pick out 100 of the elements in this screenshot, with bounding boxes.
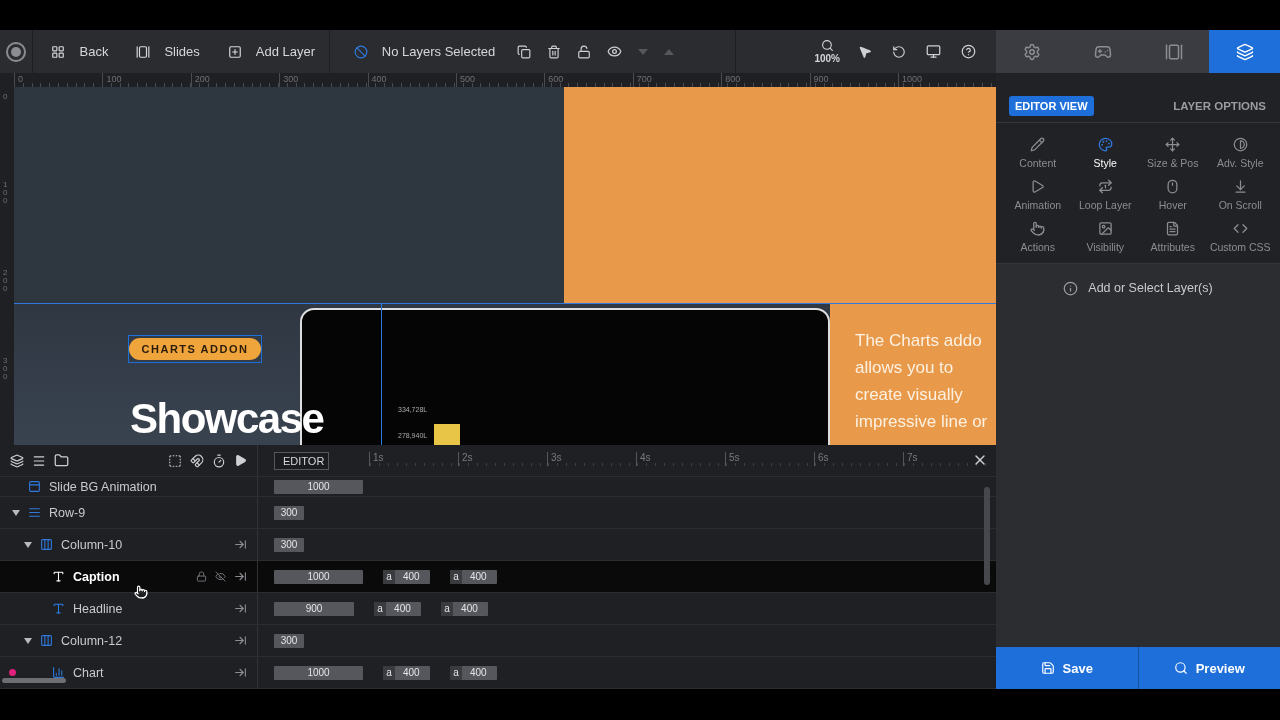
site-logo-icon[interactable] (6, 41, 27, 62)
scrollbar[interactable] (2, 678, 66, 683)
duration-bar[interactable]: 1000 (274, 665, 363, 680)
option-button[interactable]: Size & Pos (1139, 137, 1207, 169)
duration-bar[interactable]: 1000 (274, 569, 363, 584)
option-button[interactable]: Visibility (1071, 221, 1139, 253)
option-button[interactable]: Hover (1139, 179, 1207, 211)
zoom-button[interactable]: 100% (808, 39, 846, 64)
layer-row[interactable]: Slide BG Animation 1000 (0, 477, 996, 497)
frame-bar[interactable]: a 400 (441, 601, 489, 616)
layer-row[interactable]: Caption 1000 a 400 a 400 (0, 561, 996, 593)
selection-status[interactable]: No Layers Selected (339, 30, 510, 73)
play-icon[interactable] (234, 454, 247, 467)
hint-text: Add or Select Layer(s) (1063, 280, 1213, 296)
chart-icon (52, 666, 65, 679)
save-icon (1040, 661, 1055, 675)
frame-bar[interactable]: a 400 (374, 601, 422, 616)
option-button[interactable]: Loop Layer (1071, 179, 1139, 211)
layer-name: Chart (73, 665, 104, 680)
grid-icon[interactable] (168, 453, 182, 468)
search-icon (820, 39, 834, 52)
option-button[interactable]: On Scroll (1206, 179, 1274, 211)
text-icon (52, 570, 65, 583)
folder-icon[interactable] (54, 453, 69, 468)
pointer-icon (858, 44, 872, 59)
layer-name: Column-12 (61, 633, 123, 648)
scrollbar[interactable] (984, 487, 990, 585)
slides-icon (1164, 42, 1183, 61)
layer-name: Row-9 (49, 505, 86, 520)
layer-row[interactable]: Chart 1000 a 400 a 400 (0, 657, 996, 689)
text-icon (52, 602, 65, 615)
frame-bar[interactable]: a 400 (383, 569, 430, 584)
layers-tab[interactable] (1209, 30, 1280, 73)
option-button[interactable]: Adv. Style (1206, 137, 1274, 169)
frame-bar[interactable]: a 400 (383, 665, 430, 680)
document-icon (1165, 221, 1181, 236)
option-button[interactable]: Style (1071, 137, 1139, 169)
code-icon (1232, 221, 1248, 236)
play-icon (1030, 179, 1046, 194)
layers-icon (1235, 42, 1254, 61)
undo-icon (892, 44, 906, 59)
option-button[interactable]: Actions (1004, 221, 1072, 253)
desktop-icon (926, 44, 941, 59)
add-icon (227, 44, 242, 59)
hand-cursor-icon (134, 585, 148, 599)
slides-button[interactable]: Slides (122, 30, 214, 73)
badge-layer[interactable]: CHARTS ADDON (128, 335, 262, 363)
layer-name: Headline (73, 601, 123, 616)
rows-icon (28, 506, 41, 519)
align-end-icon[interactable] (234, 666, 247, 679)
move-icon (1165, 137, 1181, 152)
ruler-mark: 200 (3, 269, 9, 295)
view-badge[interactable]: EDITOR VIEW (1009, 95, 1094, 116)
align-end-icon[interactable] (234, 602, 247, 615)
loop-icon (1097, 179, 1113, 194)
option-button[interactable]: Content (1004, 137, 1072, 169)
ruler-mark: 0 (3, 93, 9, 103)
no-selection-icon (353, 44, 368, 59)
layer-name: Caption (73, 569, 120, 584)
hide-icon[interactable] (215, 571, 226, 582)
lock-icon[interactable] (196, 571, 207, 582)
duration-bar[interactable]: 300 (274, 537, 304, 552)
image-icon (1097, 221, 1113, 236)
save-button[interactable]: Save (996, 647, 1138, 689)
layer-row[interactable]: Column-12 300 (0, 625, 996, 657)
columns-icon (40, 538, 53, 551)
duration-bar[interactable]: 300 (274, 633, 304, 648)
layers-icon[interactable] (10, 453, 24, 468)
align-end-icon[interactable] (234, 570, 247, 583)
info-icon (1063, 280, 1079, 296)
caret-icon[interactable] (12, 509, 20, 516)
magnet-icon[interactable] (190, 453, 204, 468)
align-end-icon[interactable] (234, 634, 247, 647)
add-button[interactable]: Add Layer (213, 30, 330, 73)
duration-bar[interactable]: 300 (274, 505, 304, 520)
option-button[interactable]: Attributes (1139, 221, 1207, 253)
menu-icon[interactable] (32, 453, 46, 468)
caret-icon[interactable] (24, 541, 32, 548)
caret-icon[interactable] (24, 637, 32, 644)
layer-row[interactable]: Headline 900 a 400 a 400 (0, 593, 996, 625)
copy-icon (517, 44, 532, 59)
duration-bar[interactable]: 1000 (274, 479, 363, 494)
frame-bar[interactable]: a 400 (450, 665, 497, 680)
duration-bar[interactable]: 900 (274, 601, 355, 616)
frame-bar[interactable]: a 400 (450, 569, 497, 584)
eye-icon (607, 44, 623, 59)
layer-name: Column-10 (61, 537, 123, 552)
help-icon (961, 44, 976, 59)
align-end-icon[interactable] (234, 538, 247, 551)
pencil-icon (1030, 137, 1046, 152)
caret-up-icon (664, 48, 675, 55)
grid-icon (51, 44, 66, 59)
option-button[interactable]: Animation (1004, 179, 1072, 211)
back-button[interactable]: Back (37, 30, 123, 73)
lock-icon (577, 44, 592, 59)
option-button[interactable]: Custom CSS (1206, 221, 1274, 253)
editor-button[interactable]: EDITOR (274, 451, 329, 470)
timer-icon[interactable] (212, 453, 226, 468)
panel-title: LAYER OPTIONS (1173, 99, 1266, 112)
preview-button[interactable]: Preview (1138, 647, 1280, 689)
